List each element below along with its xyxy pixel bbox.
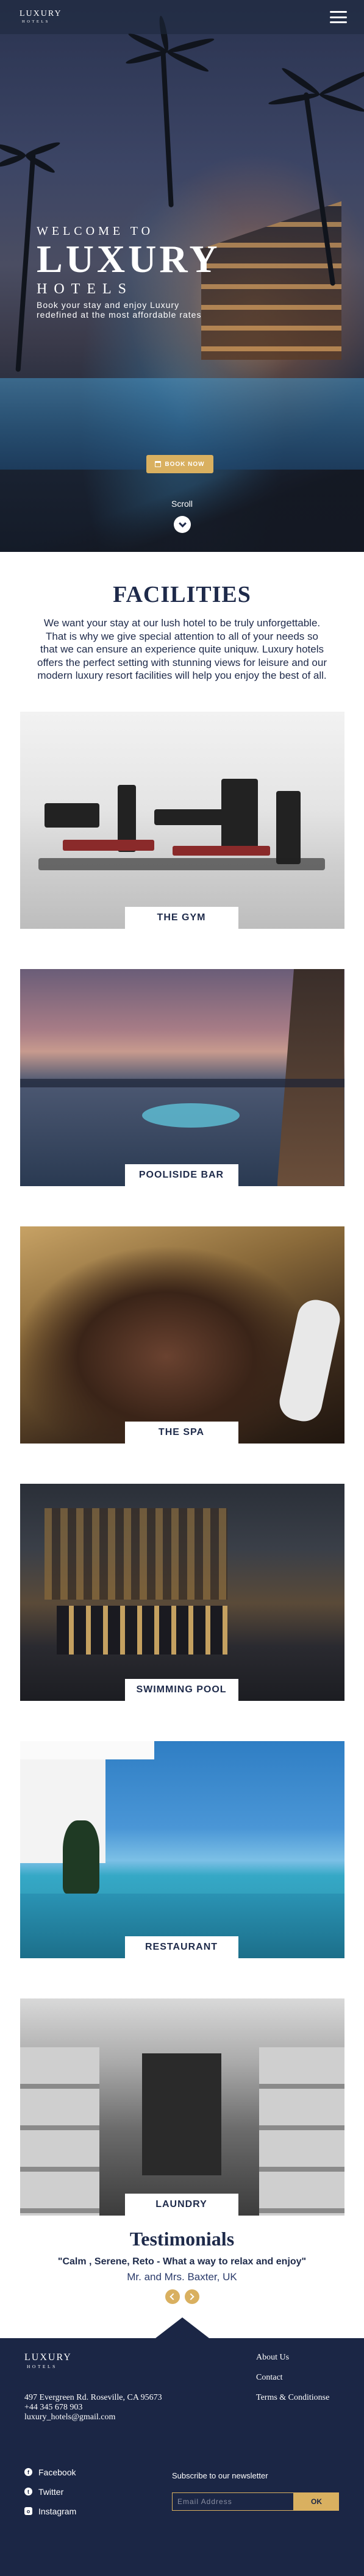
footer-peak-decoration	[155, 2317, 209, 2338]
facility-label: LAUNDRY	[124, 2193, 238, 2216]
social-label: Twitter	[38, 2486, 64, 2497]
footer-link-contact[interactable]: Contact	[256, 2373, 329, 2383]
hero-subtitle: HOTELS	[37, 281, 133, 297]
social-link-twitter[interactable]: t Twitter	[24, 2487, 76, 2497]
facility-label: SWIMMING POOL	[124, 1678, 238, 1701]
spa-image	[20, 1226, 344, 1444]
pool-deck-image	[0, 470, 364, 552]
calendar-icon	[155, 461, 162, 467]
book-now-label: BOOK NOW	[165, 460, 205, 468]
gym-image	[20, 711, 344, 929]
logo-subtitle: HOTELS	[22, 20, 50, 24]
facility-label: POOLISIDE BAR	[124, 1164, 238, 1186]
poolside-bar-image	[20, 968, 344, 1186]
newsletter: Subscribe to our newsletter OK	[172, 2471, 339, 2511]
testimonial-navigation	[0, 2289, 364, 2304]
hero-tagline-line: redefined at the most affordable rates	[37, 310, 202, 320]
logo[interactable]: LUXURY HOTELS	[20, 10, 62, 24]
hero-welcome: WELCOME TO	[37, 224, 154, 238]
footer-logo[interactable]: LUXURY HOTELS	[24, 2352, 72, 2369]
facility-card-swimming-pool[interactable]: SWIMMING POOL	[20, 1483, 344, 1701]
next-testimonial-button[interactable]	[184, 2289, 199, 2304]
hero-tagline: Book your stay and enjoy Luxury redefine…	[37, 300, 221, 320]
facebook-icon: f	[24, 2468, 32, 2477]
social-link-instagram[interactable]: o Instagram	[24, 2506, 76, 2516]
social-link-facebook[interactable]: f Facebook	[24, 2467, 76, 2477]
social-label: Facebook	[38, 2467, 76, 2477]
social-label: Instagram	[38, 2506, 77, 2516]
footer-contact-info: 497 Evergreen Rd. Roseville, CA 95673 +4…	[24, 2393, 162, 2422]
footer-phone: +44 345 678 903	[24, 2402, 83, 2412]
hero-tagline-line: Book your stay and enjoy Luxury	[37, 300, 180, 310]
restaurant-image	[20, 1741, 344, 1958]
testimonial-quote: "Calm , Serene, Reto - What a way to rel…	[57, 2256, 307, 2267]
previous-testimonial-button[interactable]	[165, 2289, 180, 2304]
facilities-section: FACILITIES We want your stay at our lush…	[0, 552, 364, 2216]
footer: LUXURY HOTELS 497 Evergreen Rd. Rosevill…	[0, 2338, 364, 2576]
logo-title: LUXURY	[20, 9, 62, 19]
facility-label: THE SPA	[124, 1421, 238, 1444]
footer-links: About Us Contact Terms & Conditionse	[256, 2353, 329, 2413]
footer-wrapper: LUXURY HOTELS 497 Evergreen Rd. Rosevill…	[0, 2317, 364, 2576]
chevron-right-icon	[187, 2293, 194, 2300]
testimonials-section: Testimonials "Calm , Serene, Reto - What…	[0, 2228, 364, 2304]
facility-label: THE GYM	[124, 906, 238, 929]
top-navbar: LUXURY HOTELS	[0, 0, 364, 34]
hero-heading: WELCOME TO LUXURY HOTELS Book your stay …	[37, 224, 221, 320]
twitter-icon: t	[24, 2488, 32, 2496]
hamburger-icon[interactable]	[330, 11, 347, 23]
testimonial-author: Mr. and Mrs. Baxter, UK	[127, 2270, 237, 2283]
facilities-title: FACILITIES	[113, 582, 251, 607]
facilities-description: We want your stay at our lush hotel to b…	[37, 617, 327, 682]
facility-card-restaurant[interactable]: RESTAURANT	[20, 1741, 344, 1958]
swimming-pool-image	[20, 1483, 344, 1701]
book-now-button[interactable]: BOOK NOW	[146, 455, 213, 473]
facility-card-laundry[interactable]: LAUNDRY	[20, 1998, 344, 2216]
footer-social-links: f Facebook t Twitter o Instagram	[24, 2467, 76, 2526]
footer-link-about-us[interactable]: About Us	[256, 2353, 329, 2363]
newsletter-title: Subscribe to our newsletter	[172, 2470, 268, 2480]
facility-card-gym[interactable]: THE GYM	[20, 711, 344, 929]
newsletter-submit-button[interactable]: OK	[294, 2492, 339, 2511]
chevron-down-icon	[178, 519, 187, 528]
hotel-building-image	[201, 201, 341, 360]
footer-link-terms[interactable]: Terms & Conditionse	[256, 2393, 329, 2403]
hamburger-bar	[330, 16, 347, 18]
hero-section: LUXURY HOTELS WELCOME TO LUXURY HOTELS B…	[0, 0, 364, 552]
newsletter-email-input[interactable]	[172, 2492, 294, 2511]
newsletter-form: OK	[172, 2492, 339, 2511]
facility-card-spa[interactable]: THE SPA	[20, 1226, 344, 1444]
testimonials-title: Testimonials	[129, 2227, 235, 2250]
hamburger-bar	[330, 21, 347, 23]
footer-email: luxury_hotels@gmail.com	[24, 2413, 116, 2422]
instagram-icon: o	[24, 2507, 32, 2516]
footer-logo-title: LUXURY	[24, 2352, 72, 2363]
chevron-left-icon	[170, 2293, 177, 2300]
scroll-label: Scroll	[171, 499, 193, 509]
hero-title: LUXURY	[37, 237, 221, 281]
footer-logo-subtitle: HOTELS	[27, 2363, 57, 2369]
facility-label: RESTAURANT	[124, 1936, 238, 1958]
footer-address: 497 Evergreen Rd. Roseville, CA 95673	[24, 2392, 162, 2402]
facility-card-poolside-bar[interactable]: POOLISIDE BAR	[20, 968, 344, 1186]
laundry-image	[20, 1998, 344, 2216]
scroll-down-button[interactable]	[174, 516, 191, 533]
hamburger-bar	[330, 11, 347, 13]
